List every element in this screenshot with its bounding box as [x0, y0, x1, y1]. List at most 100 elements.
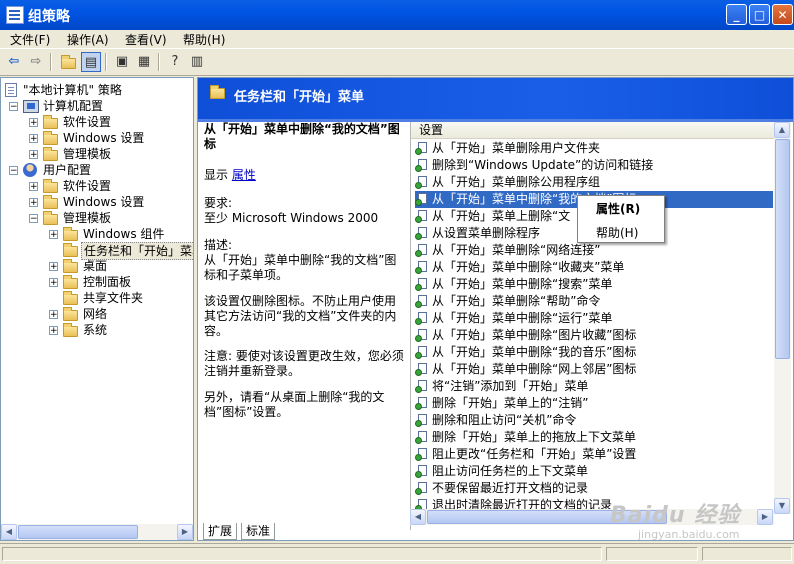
policy-setting-icon	[415, 210, 428, 223]
close-button[interactable]: ✕	[772, 4, 793, 25]
maximize-button[interactable]: □	[749, 4, 770, 25]
tree-item-desktop[interactable]: 桌面	[63, 258, 193, 274]
tree-item-computer-config[interactable]: 计算机配置	[23, 98, 183, 114]
help-icon[interactable]: ?	[165, 52, 185, 72]
tree-label: 用户配置	[43, 163, 92, 177]
setting-row[interactable]: 从「开始」菜单删除公用程序组	[415, 174, 773, 191]
expand-icon[interactable]: +	[29, 134, 38, 144]
category-header: 任务栏和「开始」菜单	[198, 78, 793, 119]
setting-label: 阻止更改“任务栏和「开始」菜单”设置	[432, 447, 637, 461]
description-pane-icon[interactable]: ▥	[187, 52, 207, 72]
back-arrow-icon[interactable]: ⇦	[4, 52, 24, 72]
context-menu: 属性(R) 帮助(H)	[577, 195, 665, 243]
setting-row[interactable]: 删除到“Windows Update”的访问和链接	[415, 157, 773, 174]
collapse-icon[interactable]: −	[9, 102, 18, 112]
tree-item-control-panel[interactable]: 控制面板	[63, 274, 193, 290]
menu-view[interactable]: 查看(V)	[125, 31, 167, 48]
tree-item-u-admin[interactable]: 管理模板	[43, 210, 183, 226]
setting-title: 从「开始」菜单中删除“我的文档”图标	[204, 122, 400, 151]
tree-item-u-windows[interactable]: Windows 设置	[43, 194, 183, 210]
requirement-label: 要求:	[204, 196, 233, 210]
policy-setting-icon	[415, 346, 428, 359]
setting-row[interactable]: 阻止更改“任务栏和「开始」菜单”设置	[415, 446, 773, 463]
expand-icon[interactable]: +	[29, 198, 38, 208]
setting-row[interactable]: 删除「开始」菜单上的“注销”	[415, 395, 773, 412]
policy-setting-icon	[415, 244, 428, 257]
context-help[interactable]: 帮助(H)	[596, 224, 638, 241]
watermark-url: jingyan.baidu.com	[638, 528, 740, 541]
list-vscrollbar[interactable]: ▲ ▼	[774, 122, 791, 514]
tree-hscrollbar[interactable]: ◀ ▶	[1, 524, 193, 540]
setting-row[interactable]: 删除和阻止访问“关机”命令	[415, 412, 773, 429]
tree-item-c-admin[interactable]: 管理模板	[43, 146, 183, 162]
expand-icon[interactable]: +	[49, 230, 58, 240]
setting-label: 从「开始」菜单中删除“收藏夹”菜单	[432, 260, 625, 274]
menu-help[interactable]: 帮助(H)	[183, 31, 225, 48]
setting-row[interactable]: 不要保留最近打开文档的记录	[415, 480, 773, 497]
tree-item-u-software[interactable]: 软件设置	[43, 178, 183, 194]
scroll-left-icon[interactable]: ◀	[1, 524, 17, 540]
policy-doc-icon	[5, 83, 17, 97]
scroll-thumb[interactable]	[18, 525, 138, 539]
setting-row[interactable]: 阻止访问任务栏的上下文菜单	[415, 463, 773, 480]
properties-icon[interactable]: ▣	[112, 52, 132, 72]
setting-row[interactable]: 删除「开始」菜单上的拖放上下文菜单	[415, 429, 773, 446]
minimize-button[interactable]: _	[726, 4, 747, 25]
setting-row[interactable]: 从「开始」菜单删除用户文件夹	[415, 140, 773, 157]
setting-row[interactable]: 从「开始」菜单中删除“收藏夹”菜单	[415, 259, 773, 276]
setting-row[interactable]: 将“注销”添加到「开始」菜单	[415, 378, 773, 395]
tab-standard[interactable]: 标准	[241, 523, 276, 540]
tree-item-root[interactable]: "本地计算机" 策略	[5, 82, 185, 98]
expand-icon[interactable]: +	[29, 118, 38, 128]
user-icon	[23, 163, 37, 177]
menu-action[interactable]: 操作(A)	[67, 31, 109, 48]
show-tree-icon[interactable]: ▤	[81, 52, 101, 72]
tab-extended[interactable]: 扩展	[203, 523, 238, 540]
folder-icon	[43, 147, 58, 161]
expand-icon[interactable]: +	[29, 182, 38, 192]
tree-label: 计算机配置	[43, 99, 104, 113]
expand-icon[interactable]: +	[49, 326, 58, 336]
tree-item-c-software[interactable]: 软件设置	[43, 114, 183, 130]
policy-setting-icon	[415, 176, 428, 189]
open-folder-icon	[63, 243, 78, 257]
setting-label: 从「开始」菜单上删除“文	[432, 209, 571, 223]
collapse-icon[interactable]: −	[9, 166, 18, 176]
export-list-icon[interactable]: ▦	[134, 52, 154, 72]
folder-icon	[43, 115, 58, 129]
policy-setting-icon	[415, 193, 428, 206]
tree-item-taskbar-start[interactable]: 任务栏和「开始」菜单	[63, 242, 193, 260]
toolbar-separator	[50, 53, 52, 71]
scroll-thumb[interactable]	[775, 139, 790, 359]
setting-row[interactable]: 从「开始」菜单中删除“图片收藏”图标	[415, 327, 773, 344]
setting-row[interactable]: 从「开始」菜单中删除“搜索”菜单	[415, 276, 773, 293]
setting-label: 从「开始」菜单删除“网络连接”	[432, 243, 601, 257]
collapse-icon[interactable]: −	[29, 214, 38, 224]
expand-icon[interactable]: +	[49, 278, 58, 288]
tree-item-windows-components[interactable]: Windows 组件	[63, 226, 193, 242]
show-label: 显示	[204, 168, 229, 182]
tree-item-network[interactable]: 网络	[63, 306, 193, 322]
setting-row[interactable]: 从「开始」菜单中删除“我的音乐”图标	[415, 344, 773, 361]
scroll-right-icon[interactable]: ▶	[177, 524, 193, 540]
tree-item-system[interactable]: 系统	[63, 322, 193, 338]
context-properties[interactable]: 属性(R)	[596, 200, 640, 217]
tree-item-user-config[interactable]: 用户配置	[23, 162, 183, 178]
forward-arrow-icon[interactable]: ⇨	[26, 52, 46, 72]
expand-icon[interactable]: +	[49, 262, 58, 272]
setting-row[interactable]: 从「开始」菜单中删除“网上邻居”图标	[415, 361, 773, 378]
column-header-setting[interactable]: 设置	[411, 122, 775, 139]
scroll-up-icon[interactable]: ▲	[774, 122, 790, 138]
expand-icon[interactable]: +	[29, 150, 38, 160]
tree-item-c-windows[interactable]: Windows 设置	[43, 130, 183, 146]
menu-file[interactable]: 文件(F)	[10, 31, 50, 48]
folder-icon	[43, 179, 58, 193]
tree-item-shared-folders[interactable]: 共享文件夹	[63, 290, 193, 306]
expand-icon[interactable]: +	[49, 310, 58, 320]
properties-link[interactable]: 属性	[232, 168, 256, 182]
setting-row[interactable]: 从「开始」菜单删除“网络连接”	[415, 242, 773, 259]
setting-row[interactable]: 从「开始」菜单中删除“运行”菜单	[415, 310, 773, 327]
setting-row[interactable]: 从「开始」菜单删除“帮助”命令	[415, 293, 773, 310]
tree-label: 管理模板	[63, 147, 112, 161]
up-folder-icon[interactable]	[58, 52, 78, 72]
